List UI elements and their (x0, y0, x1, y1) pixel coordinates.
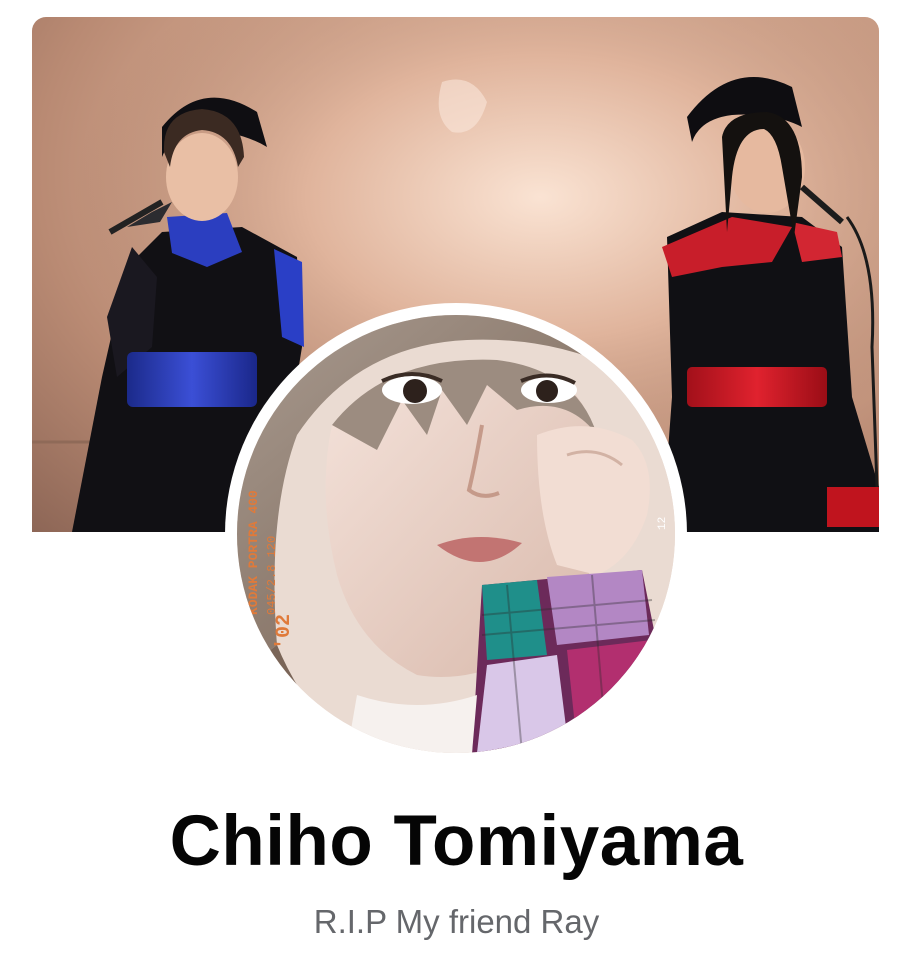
film-edge-code: 045/2.8 120 (265, 536, 279, 615)
film-edge-number: '02 (273, 614, 296, 650)
profile-name: Chiho Tomiyama (169, 802, 744, 881)
profile-picture[interactable]: KODAK PORTRA 400 045/2.8 120 '02 12 (237, 315, 675, 753)
film-edge-text: KODAK PORTRA 400 (246, 490, 261, 615)
profile-bio: R.I.P My friend Ray (313, 903, 600, 940)
profile-picture-image: KODAK PORTRA 400 045/2.8 120 '02 12 (237, 315, 675, 753)
profile-header: KODAK PORTRA 400 045/2.8 120 '02 12 Chih… (0, 0, 913, 960)
film-frame-number: 12 (657, 517, 669, 530)
